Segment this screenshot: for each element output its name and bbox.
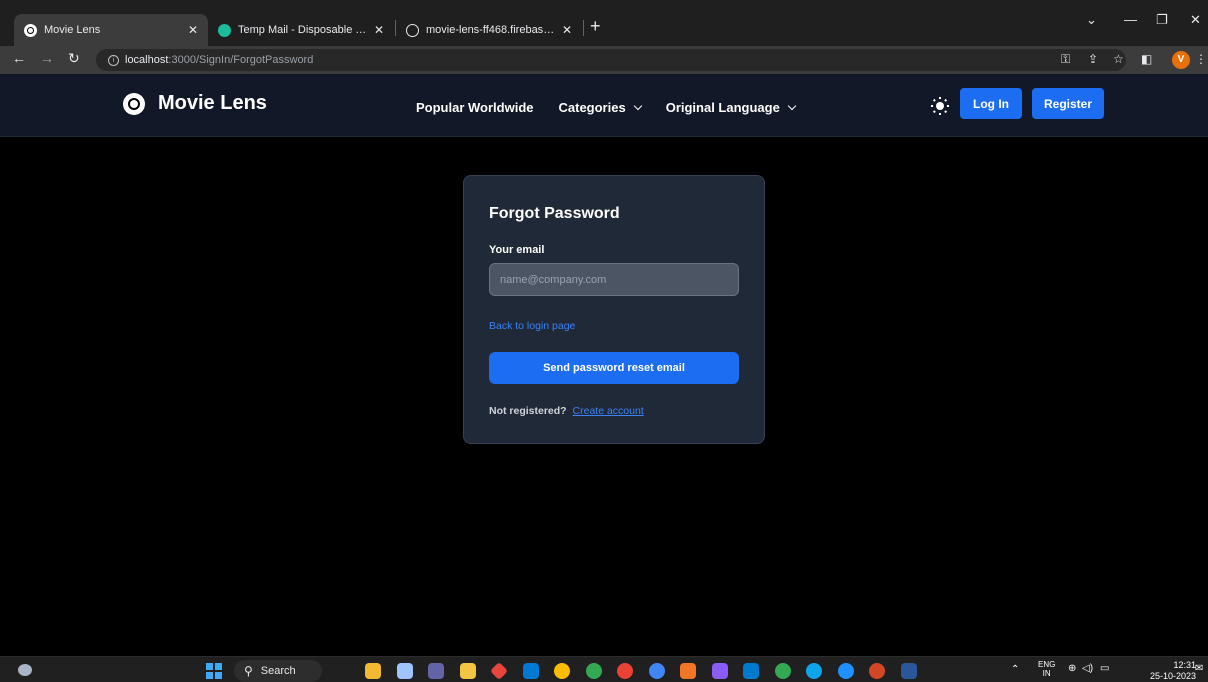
register-prompt: Not registered? Create account <box>489 405 644 417</box>
app-navbar: Movie Lens Popular Worldwide Categories … <box>0 74 1208 137</box>
windows-taskbar: ⚲ Search ⌃ ENG IN ⊕ ◁) ▭ 12:31 25-10-202… <box>0 656 1208 682</box>
email-input[interactable] <box>489 263 739 296</box>
language-indicator[interactable]: ENG IN <box>1038 660 1055 678</box>
taskbar-search[interactable]: ⚲ Search <box>234 660 322 682</box>
address-bar[interactable]: i localhost:3000/SignIn/ForgotPassword <box>96 49 1126 71</box>
region-code: IN <box>1042 669 1051 678</box>
word-app-icon[interactable] <box>900 663 917 679</box>
new-tab-icon[interactable]: + <box>590 16 601 37</box>
edge-app-icon[interactable] <box>806 663 822 679</box>
close-window-icon[interactable]: ✕ <box>1190 12 1201 28</box>
nav-link-label: Original Language <box>665 100 780 115</box>
movie-lens-logo-icon <box>123 92 145 115</box>
chrome-profile-4-app-icon[interactable] <box>648 663 665 679</box>
powerpoint-app-icon[interactable] <box>869 663 885 679</box>
nav-dropdown-categories[interactable]: Categories <box>558 100 642 115</box>
profile-avatar[interactable]: V <box>1172 51 1190 69</box>
firefox-app-icon[interactable] <box>837 663 854 679</box>
share-icon[interactable]: ⇪ <box>1088 52 1098 66</box>
tempmail-favicon-icon <box>218 23 231 37</box>
git-app-icon[interactable] <box>489 661 509 681</box>
theme-toggle-sun-icon[interactable] <box>931 97 949 115</box>
battery-icon[interactable]: ▭ <box>1100 663 1109 674</box>
tab-temp-mail[interactable]: Temp Mail - Disposable Tempor ✕ <box>208 14 394 46</box>
globe-icon <box>406 23 419 37</box>
tab-title: Temp Mail - Disposable Tempor <box>238 24 368 36</box>
page-title: Forgot Password <box>489 205 620 222</box>
vscode-app-icon[interactable] <box>743 663 759 679</box>
nav-link-label: Popular Worldwide <box>416 100 534 115</box>
site-info-icon[interactable]: i <box>108 54 119 66</box>
minimize-icon[interactable]: — <box>1124 12 1137 27</box>
system-clock[interactable]: 12:31 25-10-2023 <box>1150 660 1196 682</box>
jupyter-app-icon[interactable] <box>680 663 696 679</box>
chrome-profile-3-app-icon[interactable] <box>617 663 633 679</box>
kebab-menu-icon[interactable]: ⋮ <box>1195 52 1207 66</box>
teams-chat-app-icon[interactable] <box>428 663 444 679</box>
clock-time: 12:31 <box>1173 660 1197 670</box>
register-prompt-text: Not registered? <box>489 405 567 417</box>
tab-title: movie-lens-ff468.firebaseapp.co <box>426 24 556 36</box>
forward-arrow-icon[interactable]: → <box>40 50 54 66</box>
back-arrow-icon[interactable]: ← <box>12 50 26 66</box>
email-label: Your email <box>489 244 545 256</box>
language-code: ENG <box>1038 660 1056 669</box>
chevron-down-icon <box>633 101 642 110</box>
search-icon: ⚲ <box>244 664 253 678</box>
forgot-password-card: Forgot Password Your email Back to login… <box>463 175 765 444</box>
close-tab-icon[interactable]: ✕ <box>188 23 198 37</box>
login-button[interactable]: Log In <box>960 88 1022 119</box>
nav-links: Popular Worldwide Categories Original La… <box>416 100 820 115</box>
task-view-app-icon[interactable] <box>396 663 413 679</box>
notifications-icon[interactable]: ✉ <box>1195 663 1203 674</box>
bookmark-star-icon[interactable]: ☆ <box>1113 52 1124 66</box>
windows-start-icon[interactable] <box>206 663 222 679</box>
chevron-down-icon <box>787 101 797 110</box>
url-host: localhost <box>125 54 169 66</box>
tab-movie-lens[interactable]: Movie Lens ✕ <box>14 14 208 46</box>
send-reset-email-button[interactable]: Send password reset email <box>489 352 739 384</box>
restore-icon[interactable]: ❐ <box>1156 12 1168 28</box>
widgets-app-icon[interactable] <box>365 663 381 679</box>
url-path: :3000/SignIn/ForgotPassword <box>168 54 314 66</box>
taskbar-search-label: Search <box>260 665 296 677</box>
browser-toolbar: ← → ↻ i localhost:3000/SignIn/ForgotPass… <box>0 46 1208 74</box>
network-icon[interactable]: ⊕ <box>1068 663 1076 674</box>
chrome-profile-5-app-icon[interactable] <box>774 663 791 679</box>
clock-date: 25-10-2023 <box>1150 671 1197 681</box>
tab-search-icon[interactable]: ⌄ <box>1086 12 1097 28</box>
nav-link-label: Categories <box>558 100 626 115</box>
tab-separator <box>583 20 584 36</box>
close-tab-icon[interactable]: ✕ <box>374 23 384 37</box>
create-account-link[interactable]: Create account <box>573 405 644 417</box>
movielens-favicon-icon <box>24 23 37 37</box>
chrome-profile-2-app-icon[interactable] <box>585 663 602 679</box>
password-key-icon[interactable]: ⚿ <box>1061 52 1070 67</box>
tab-title: Movie Lens <box>44 24 101 36</box>
store-app-icon[interactable] <box>522 663 539 679</box>
nav-link-popular-worldwide[interactable]: Popular Worldwide <box>416 100 534 115</box>
chrome-app-icon[interactable] <box>554 663 570 679</box>
register-button[interactable]: Register <box>1032 88 1104 119</box>
browser-tab-strip: Movie Lens ✕ Temp Mail - Disposable Temp… <box>0 0 1208 46</box>
show-hidden-icons-icon[interactable]: ⌃ <box>1011 664 1019 675</box>
weather-widget-icon[interactable] <box>18 664 32 676</box>
tab-firebase[interactable]: movie-lens-ff468.firebaseapp.co ✕ <box>396 14 582 46</box>
close-tab-icon[interactable]: ✕ <box>562 23 572 37</box>
nav-dropdown-original-language[interactable]: Original Language <box>665 100 797 115</box>
taskbar-apps <box>365 661 932 681</box>
file-explorer-app-icon[interactable] <box>459 663 476 679</box>
back-to-login-link[interactable]: Back to login page <box>489 320 575 332</box>
brand[interactable]: Movie Lens <box>123 92 267 115</box>
reload-icon[interactable]: ↻ <box>68 50 80 67</box>
app-icon[interactable] <box>711 663 728 679</box>
volume-icon[interactable]: ◁) <box>1082 663 1093 674</box>
side-panel-icon[interactable]: ◧ <box>1141 52 1152 66</box>
brand-name: Movie Lens <box>158 92 267 114</box>
